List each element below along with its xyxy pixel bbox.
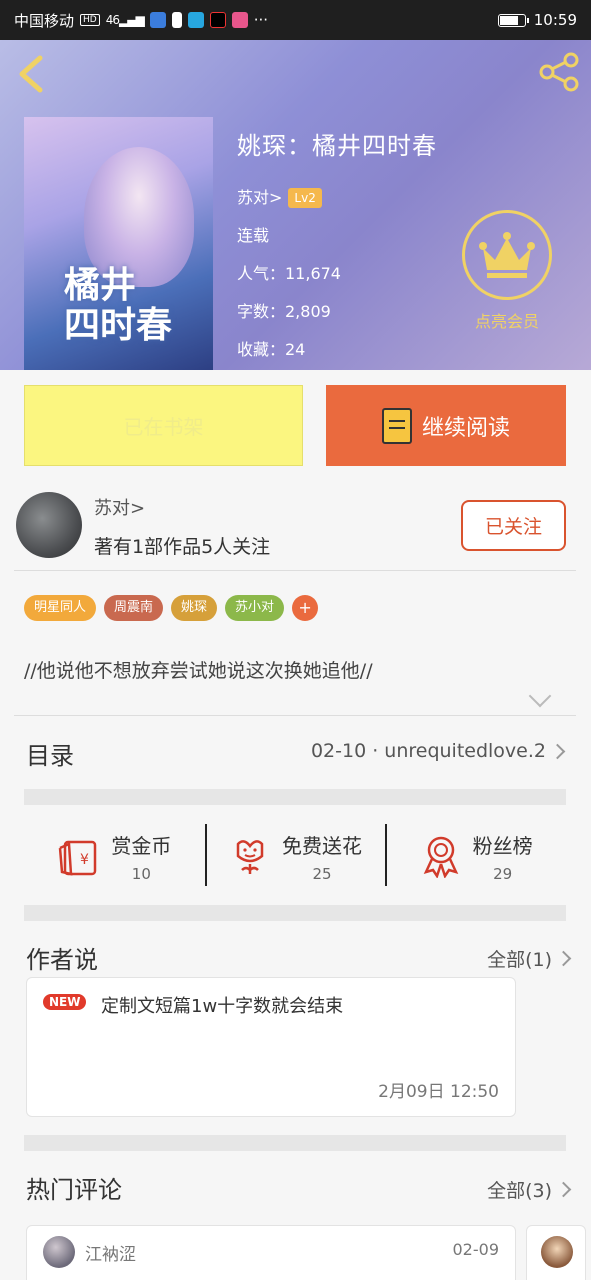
continue-reading-label: 继续阅读 — [421, 415, 510, 441]
stat-label: 粉丝榜 — [472, 833, 533, 858]
tag-chip[interactable]: 姚琛 — [171, 595, 218, 621]
support-stats: ¥ 赏金币 10 免费送花 25 粉丝榜 29 — [24, 812, 566, 900]
vip-crown-icon — [462, 210, 552, 300]
comment-card[interactable]: 江衲涩 02-09 — [26, 1225, 516, 1280]
comments-all-link[interactable]: 全部(3) — [487, 1176, 572, 1203]
catalog-title: 目录 — [26, 742, 74, 770]
divider — [14, 570, 576, 571]
all-label: 全部(3) — [487, 1180, 552, 1202]
carrier-label: 中国移动 — [14, 11, 75, 30]
comment-card[interactable] — [526, 1225, 586, 1280]
reward-coin-button[interactable]: ¥ 赏金币 10 — [24, 812, 205, 900]
book-summary: //他说他不想放弃尝试她说这次换她追他// — [24, 660, 373, 682]
book-cover[interactable]: 橘井 四时春 — [24, 117, 213, 370]
latest-chapter-label: 02-10 · unrequitedlove.2 — [310, 740, 546, 762]
commenter-avatar[interactable] — [541, 1236, 573, 1268]
author-note-date: 2月09日 12:50 — [378, 1082, 499, 1102]
battery-icon — [497, 13, 529, 27]
favorites-count: 收藏：24 — [237, 340, 306, 359]
hot-comments-title: 热门评论 — [26, 1176, 122, 1204]
share-icon — [539, 52, 579, 92]
in-bookshelf-button[interactable]: 已在书架 — [24, 385, 303, 466]
chevron-left-icon — [19, 55, 43, 93]
level-badge: Lv2 — [288, 188, 322, 208]
more-notifications-icon: ··· — [253, 11, 268, 29]
book-header: 橘井 四时春 姚琛：橘井四时春 苏对> Lv2 连载 人气：11,674 字数：… — [0, 40, 591, 370]
author-row[interactable]: 苏对> 著有1部作品5人关注 已关注 — [0, 480, 591, 570]
book-icon — [381, 407, 412, 444]
medal-icon — [423, 836, 458, 878]
divider — [14, 715, 576, 716]
chevron-right-icon — [549, 743, 566, 759]
coin-envelope-icon: ¥ — [59, 840, 97, 876]
chevron-right-icon — [555, 1181, 572, 1198]
section-separator — [24, 789, 566, 805]
tag-chip[interactable]: 苏小对 — [225, 595, 285, 621]
expand-chevron-icon[interactable] — [528, 684, 552, 708]
chevron-right-icon — [555, 950, 572, 967]
share-button[interactable] — [537, 50, 581, 94]
section-separator — [24, 905, 566, 921]
author-avatar[interactable] — [16, 492, 82, 558]
svg-text:¥: ¥ — [80, 852, 89, 868]
back-button[interactable] — [16, 54, 48, 94]
clock: 10:59 — [533, 11, 577, 29]
author-name[interactable]: 苏对> — [94, 494, 145, 520]
author-link[interactable]: 苏对> — [237, 179, 282, 217]
hd-icon: HD — [80, 14, 100, 26]
continue-reading-button[interactable]: 继续阅读 — [326, 385, 566, 466]
stat-value: 29 — [493, 864, 513, 883]
tag-chip[interactable]: 明星同人 — [24, 595, 97, 621]
section-separator — [24, 1135, 566, 1151]
vip-label: 点亮会员 — [474, 312, 539, 331]
catalog-row[interactable]: 目录 02-10 · unrequitedlove.2 — [0, 718, 591, 788]
tiktok-icon — [209, 12, 226, 28]
all-label: 全部(1) — [487, 949, 552, 971]
stat-label: 赏金币 — [111, 833, 172, 858]
word-count: 字数：2,809 — [237, 302, 331, 321]
book-info: 姚琛：橘井四时春 苏对> Lv2 连载 人气：11,674 字数：2,809 收… — [237, 126, 437, 369]
author-says-title: 作者说 — [26, 946, 98, 974]
author-line: 苏对> Lv2 — [237, 179, 437, 217]
signal-icon: 46▂▄▆ — [105, 13, 145, 27]
comment-date: 02-09 — [452, 1240, 500, 1259]
fan-ranking-button[interactable]: 粉丝榜 29 — [385, 812, 566, 900]
popularity-count: 人气：11,674 — [237, 264, 341, 283]
app-notification-icon — [149, 12, 166, 28]
app-notification-icon — [187, 12, 204, 28]
author-says-all-link[interactable]: 全部(1) — [487, 945, 572, 972]
stat-label: 免费送花 — [282, 833, 362, 858]
author-stats: 著有1部作品5人关注 — [94, 536, 271, 558]
commenter-name[interactable]: 江衲涩 — [85, 1240, 136, 1265]
stat-value: 10 — [131, 864, 151, 883]
status-bar: 中国移动 HD 46▂▄▆ ··· 10:59 — [0, 0, 591, 40]
stat-value: 25 — [312, 864, 332, 883]
latest-chapter[interactable]: 02-10 · unrequitedlove.2 — [310, 740, 566, 762]
app-notification-icon — [231, 12, 248, 28]
author-note-text: 定制文短篇1w十字数就会结束 — [101, 996, 344, 1017]
author-note-card[interactable]: NEW 定制文短篇1w十字数就会结束 2月09日 12:50 — [26, 977, 516, 1117]
serial-status: 连载 — [237, 226, 270, 245]
hourglass-icon — [171, 12, 182, 28]
follow-button[interactable]: 已关注 — [461, 500, 566, 551]
tag-list: 明星同人 周震南 姚琛 苏小对 + — [24, 595, 319, 621]
commenter-avatar[interactable] — [43, 1236, 75, 1268]
send-flower-button[interactable]: 免费送花 25 — [204, 812, 386, 900]
book-title: 姚琛：橘井四时春 — [237, 132, 437, 160]
new-badge: NEW — [43, 994, 87, 1010]
flower-icon — [236, 840, 264, 874]
tag-chip[interactable]: 周震南 — [104, 595, 164, 621]
vip-member-button[interactable]: 点亮会员 — [462, 210, 552, 332]
add-tag-button[interactable]: + — [292, 595, 319, 621]
cover-title: 橘井 四时春 — [64, 264, 173, 346]
